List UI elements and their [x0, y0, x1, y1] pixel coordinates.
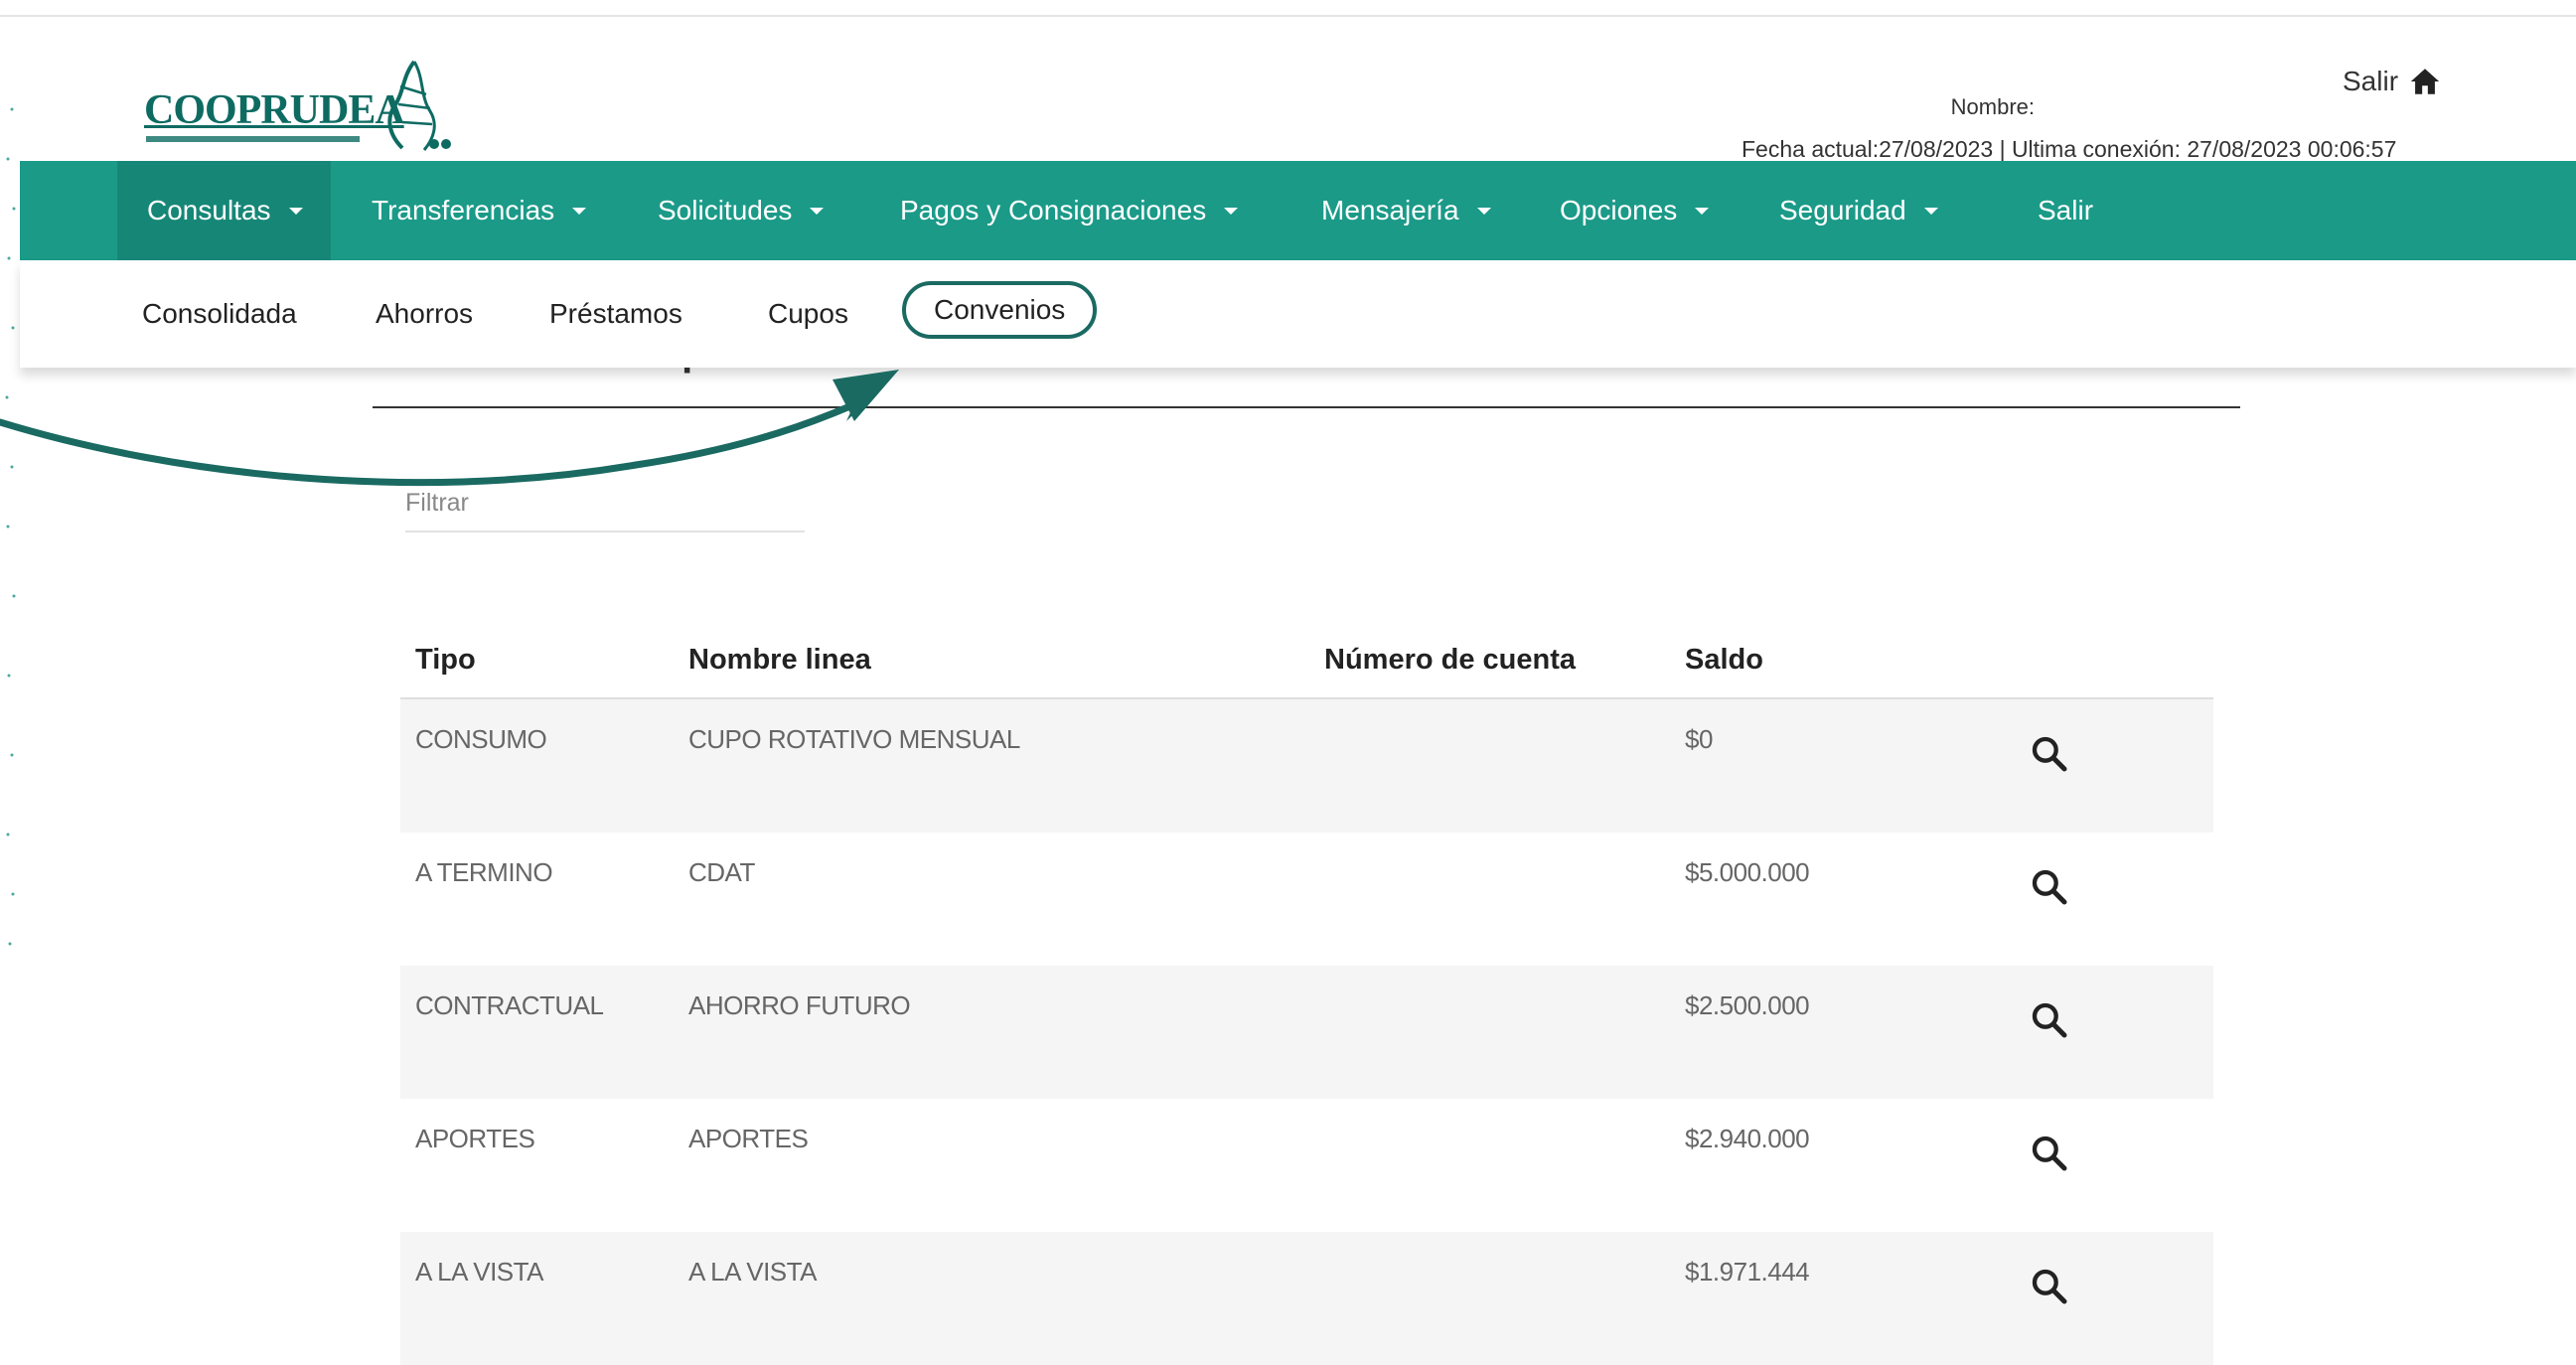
cell-saldo: $0	[1685, 724, 1713, 754]
products-table: Tipo Nombre linea Número de cuenta Saldo…	[400, 626, 2213, 1365]
nav-solicitudes[interactable]: Solicitudes	[658, 161, 825, 260]
main-navbar: Consultas Transferencias Solicitudes Pag…	[20, 161, 2576, 260]
table-row: CONSUMO CUPO ROTATIVO MENSUAL $0	[400, 699, 2213, 833]
title-divider	[373, 406, 2240, 408]
nav-label: Seguridad	[1779, 195, 1906, 226]
cell-nombre: CUPO ROTATIVO MENSUAL	[688, 724, 1020, 754]
search-icon[interactable]	[2030, 733, 2069, 775]
nav-label: Solicitudes	[658, 195, 793, 226]
col-tipo: Tipo	[415, 644, 476, 676]
search-icon[interactable]	[2030, 1133, 2069, 1174]
caret-down-icon	[1224, 207, 1239, 215]
cell-tipo: A TERMINO	[415, 857, 553, 887]
salir-top-label: Salir	[2343, 66, 2399, 96]
table-row: APORTES APORTES $2.940.000	[400, 1099, 2213, 1232]
cooprudea-logo[interactable]: COOPRUDEA	[144, 37, 462, 156]
cell-saldo: $2.500.000	[1685, 990, 1810, 1020]
home-icon	[2410, 69, 2440, 94]
nav-pagos[interactable]: Pagos y Consignaciones	[900, 161, 1239, 260]
search-icon[interactable]	[2030, 999, 2069, 1041]
col-nombre-linea: Nombre linea	[688, 644, 871, 676]
nav-mensajeria[interactable]: Mensajería	[1321, 161, 1491, 260]
user-name: Nombre:	[1950, 94, 2035, 119]
caret-down-icon	[810, 207, 825, 215]
nav-opciones[interactable]: Opciones	[1560, 161, 1710, 260]
nav-label: Opciones	[1560, 195, 1678, 226]
caret-down-icon	[288, 207, 303, 215]
cell-nombre: AHORRO FUTURO	[688, 990, 911, 1020]
cell-saldo: $2.940.000	[1685, 1124, 1810, 1153]
nav-label: Salir	[2038, 195, 2094, 226]
nav-label: Pagos y Consignaciones	[900, 195, 1207, 226]
nav-label: Mensajería	[1321, 195, 1459, 226]
subnav-cupos[interactable]: Cupos	[768, 260, 848, 368]
cell-tipo: A LA VISTA	[415, 1257, 543, 1287]
site-header: COOPRUDEA Salir Nombre: Fecha actual:27/…	[20, 17, 2576, 162]
caret-down-icon	[1923, 207, 1938, 215]
logo-text: COOPRUDEA	[144, 87, 405, 133]
subnav-ahorros[interactable]: Ahorros	[376, 260, 473, 368]
table-body: CONSUMO CUPO ROTATIVO MENSUAL $0 A TERMI…	[400, 699, 2213, 1365]
col-numero-cuenta: Número de cuenta	[1324, 644, 1576, 676]
session-info: Fecha actual:27/08/2023 | Ultima conexió…	[1742, 136, 2397, 162]
subnav-prestamos[interactable]: Préstamos	[549, 260, 682, 368]
nav-seguridad[interactable]: Seguridad	[1779, 161, 1938, 260]
caret-down-icon	[572, 207, 587, 215]
nav-transferencias[interactable]: Transferencias	[372, 161, 587, 260]
table-row: CONTRACTUAL AHORRO FUTURO $2.500.000	[400, 966, 2213, 1099]
nav-salir[interactable]: Salir	[2038, 161, 2093, 260]
cell-saldo: $5.000.000	[1685, 857, 1810, 887]
cell-saldo: $1.971.444	[1685, 1257, 1810, 1287]
logo-tagline-bar	[146, 136, 360, 142]
nav-label: Transferencias	[372, 195, 555, 226]
cell-tipo: APORTES	[415, 1124, 535, 1153]
consultas-subnav: Consolidada Ahorros Préstamos Cupos Conv…	[20, 260, 2576, 368]
table-row: A LA VISTA A LA VISTA $1.971.444	[400, 1232, 2213, 1365]
cell-tipo: CONTRACTUAL	[415, 990, 604, 1020]
filter-input[interactable]	[405, 475, 805, 532]
table-row: A TERMINO CDAT $5.000.000	[400, 833, 2213, 966]
nav-label: Consultas	[147, 195, 271, 226]
salir-home-link[interactable]: Salir	[2343, 65, 2442, 98]
caret-down-icon	[1476, 207, 1491, 215]
subnav-consolidada[interactable]: Consolidada	[142, 260, 297, 368]
search-icon[interactable]	[2030, 866, 2069, 908]
search-icon[interactable]	[2030, 1266, 2069, 1307]
caret-down-icon	[1695, 207, 1710, 215]
col-saldo: Saldo	[1685, 644, 1763, 676]
logo-mark-icon	[387, 60, 451, 151]
subnav-convenios[interactable]: Convenios	[902, 281, 1098, 339]
cell-nombre: APORTES	[688, 1124, 809, 1153]
cell-nombre: A LA VISTA	[688, 1257, 817, 1287]
nav-consultas[interactable]: Consultas	[117, 161, 331, 260]
cell-tipo: CONSUMO	[415, 724, 547, 754]
cell-nombre: CDAT	[688, 857, 755, 887]
table-header: Tipo Nombre linea Número de cuenta Saldo	[400, 626, 2213, 699]
